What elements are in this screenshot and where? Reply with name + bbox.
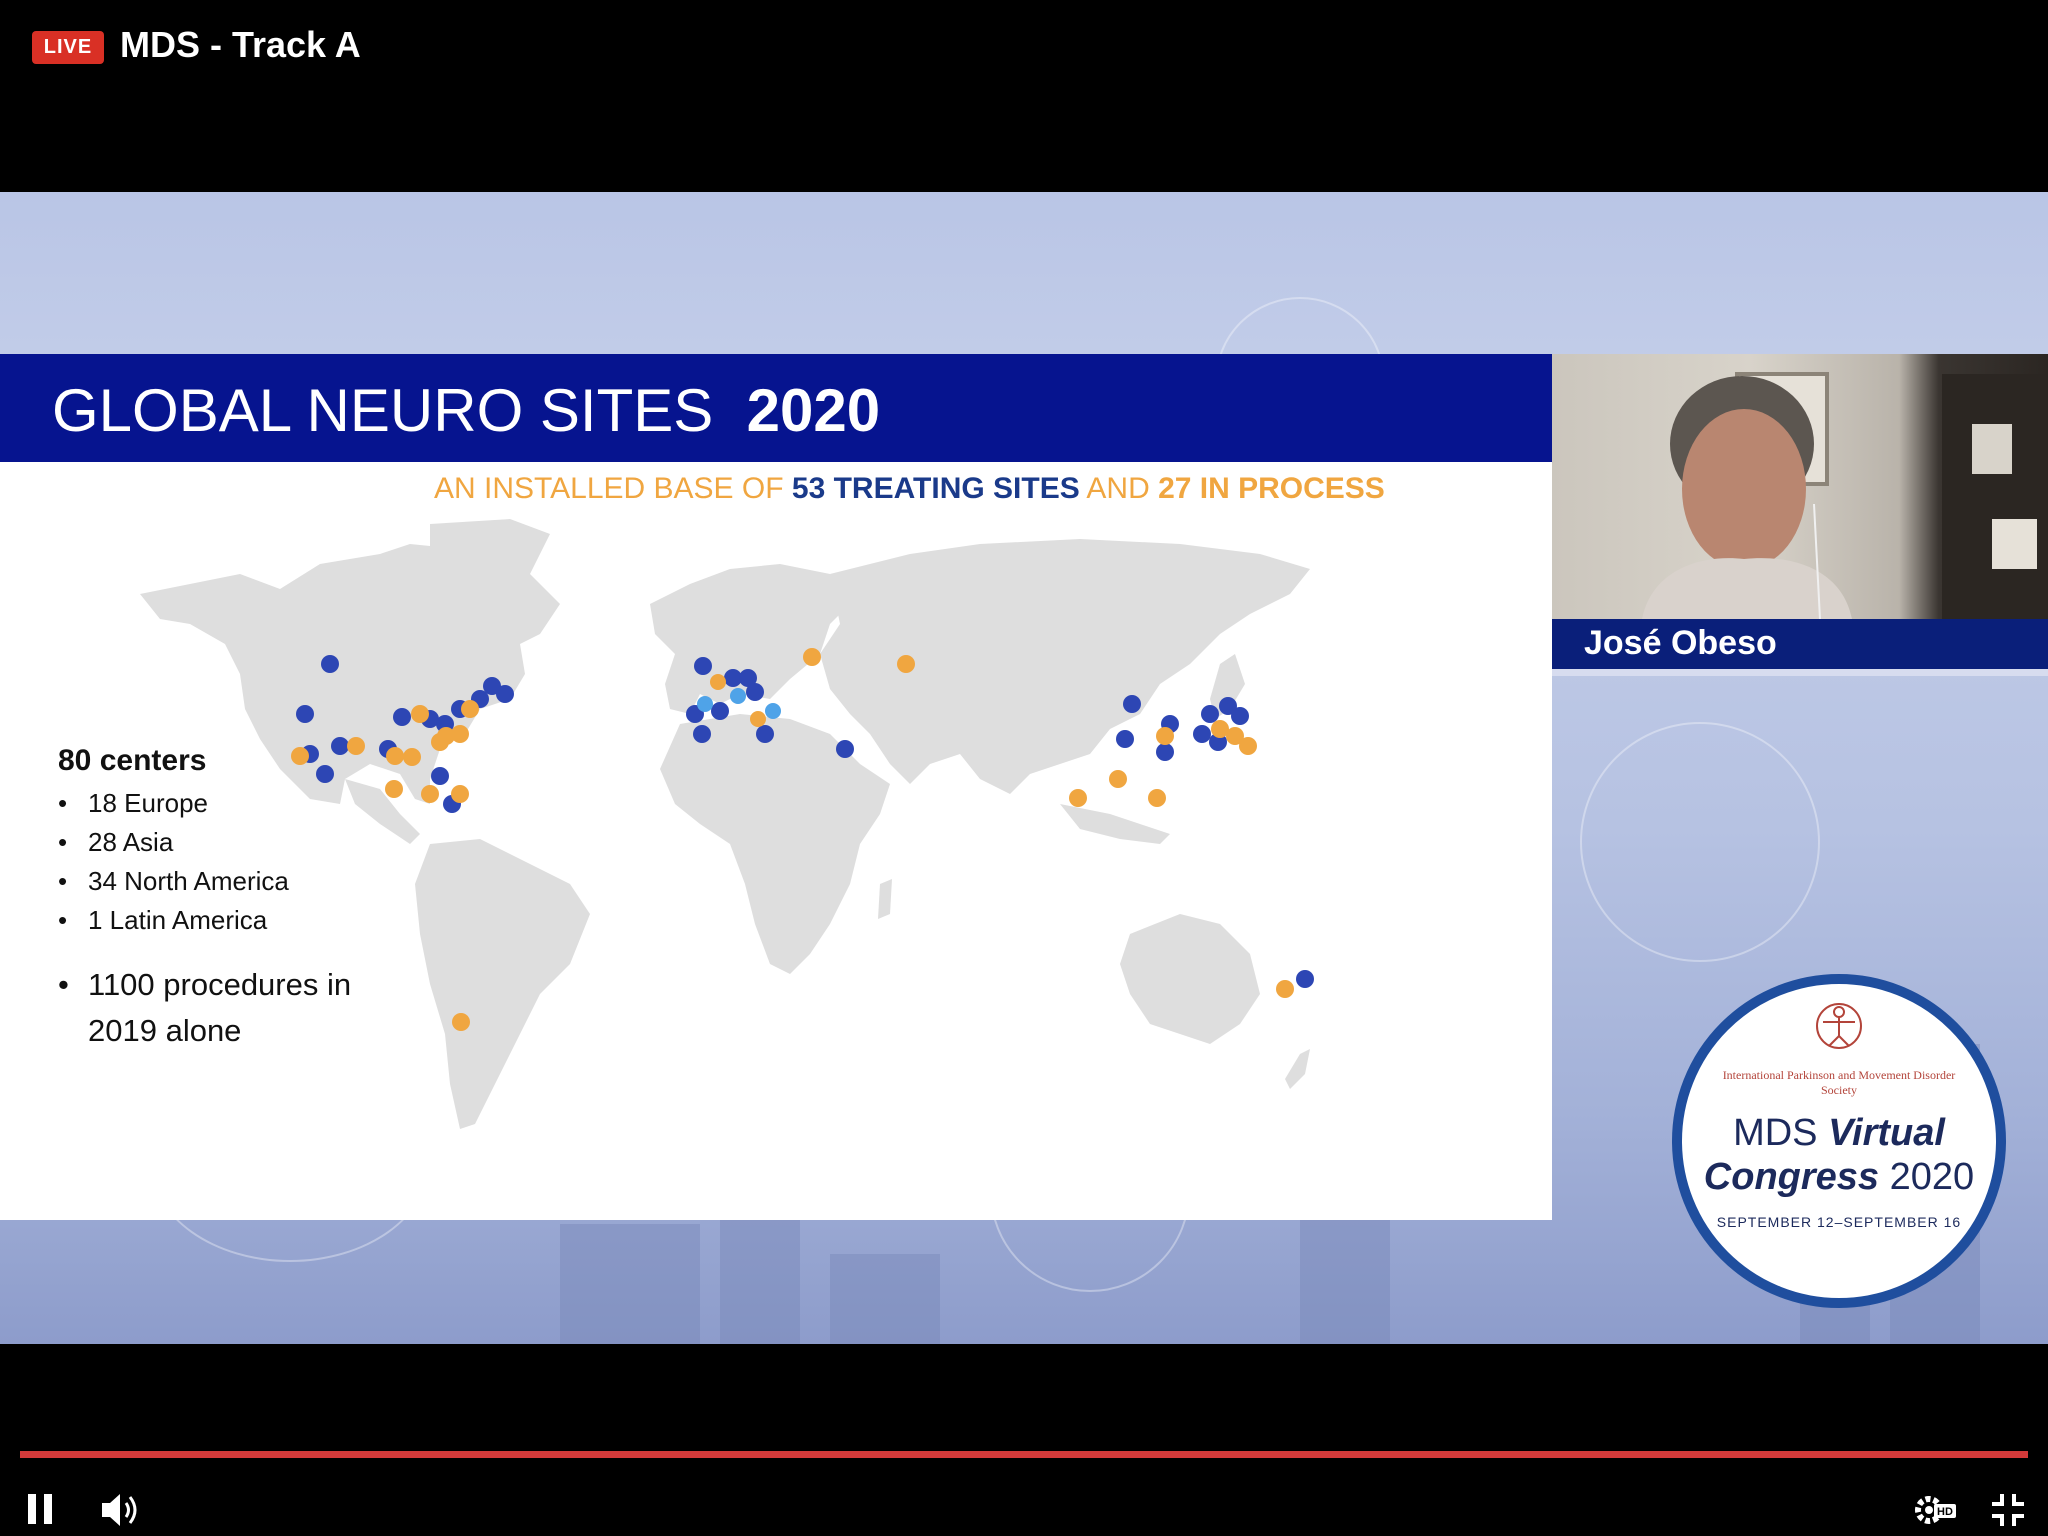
background-building [560,1224,700,1344]
treating-site-marker [711,702,729,720]
treating-sites-count: 53 TREATING SITES [791,472,1080,505]
in-process-site-marker [803,648,821,666]
australia [1120,914,1260,1044]
treating-site-marker [746,683,764,701]
site-marker [765,703,781,719]
centers-list-item: 28 Asia [58,823,418,862]
treating-site-marker [1156,743,1174,761]
treating-site-marker [1201,705,1219,723]
presentation-slide: GLOBAL NEURO SITES 2020 AN INSTALLED BAS… [0,354,1552,1220]
slide-header: GLOBAL NEURO SITES 2020 [0,354,1552,462]
site-marker [697,696,713,712]
southeast-asia-islands [1060,804,1170,844]
in-process-site-marker [1156,727,1174,745]
logo-title-line2: Congress 2020 [1682,1156,1996,1199]
slide-title-text: GLOBAL NEURO SITES [52,377,714,444]
treating-site-marker [431,767,449,785]
treating-site-marker [694,657,712,675]
treating-site-marker [296,705,314,723]
society-name: International Parkinson and Movement Dis… [1722,1068,1956,1097]
congress-dates: SEPTEMBER 12–SEPTEMBER 16 [1716,1214,1962,1230]
site-marker [730,688,746,704]
in-process-site-marker [461,700,479,718]
video-frame[interactable]: GLOBAL NEURO SITES 2020 AN INSTALLED BAS… [0,192,2048,1344]
speaker-image [1642,372,2048,619]
centers-list-item: 18 Europe [58,784,418,823]
in-process-site-marker [421,785,439,803]
logo-virtual: Virtual [1828,1112,1945,1154]
shelf-photo [1992,519,2037,569]
in-process-site-marker [1109,770,1127,788]
background-building [830,1254,940,1344]
treating-site-marker [756,725,774,743]
in-process-site-marker [1069,789,1087,807]
exit-fullscreen-icon[interactable] [1990,1492,2026,1528]
shelf-photo [1972,424,2012,474]
slide-title: GLOBAL NEURO SITES 2020 [52,376,880,445]
madagascar [878,879,892,919]
in-process-site-marker [1239,737,1257,755]
treating-site-marker [1193,725,1211,743]
treating-site-marker [836,740,854,758]
speaker-face [1682,409,1806,569]
in-process-site-marker [1276,980,1294,998]
in-process-site-marker [710,674,726,690]
subtitle-part: AND [1079,472,1159,505]
in-process-site-marker [451,785,469,803]
logo-year: 2020 [1889,1156,1975,1198]
in-process-site-marker [897,655,915,673]
speaker-video [1552,354,2048,619]
treating-site-marker [1296,970,1314,988]
pause-icon[interactable] [26,1492,56,1526]
bookshelf [1942,374,2048,619]
logo-title-line1: MDS Virtual [1682,1112,1996,1155]
treating-site-marker [693,725,711,743]
slide-title-year: 2020 [746,377,881,444]
centers-list-item: 1 Latin America [58,901,418,940]
stream-title: MDS - Track A [120,24,361,65]
society-emblem-icon [1816,1003,1862,1049]
centers-list: 18 Europe 28 Asia 34 North America 1 Lat… [58,784,418,940]
in-process-site-marker [451,725,469,743]
centers-heading: 80 centers [58,744,207,777]
procedures-note: 1100 procedures in 2019 alone [58,962,418,1054]
in-process-site-marker [411,705,429,723]
new-zealand [1285,1049,1310,1089]
background-decoration [1580,722,1820,962]
speaker-name-plate: José Obeso [1552,619,2048,669]
subtitle-part: AN INSTALLED BASE OF [434,472,792,505]
background-building [1300,1204,1390,1344]
top-bar: LIVE MDS - Track A [0,0,2048,192]
treating-site-marker [496,685,514,703]
slide-subtitle: AN INSTALLED BASE OF 53 TREATING SITES A… [434,472,1385,506]
treating-site-marker [321,655,339,673]
player-controls: HD [0,1344,2048,1536]
volume-icon[interactable] [100,1490,144,1530]
centers-list-item: 34 North America [58,862,418,901]
speaker-name: José Obeso [1584,624,1777,662]
africa [660,714,890,974]
logo-congress: Congress [1703,1156,1880,1198]
south-america [415,839,590,1129]
treating-site-marker [393,708,411,726]
in-process-site-marker [1148,789,1166,807]
logo-mds: MDS [1733,1112,1818,1154]
treating-site-marker [1231,707,1249,725]
hd-badge: HD [1937,1506,1953,1518]
treating-site-marker [1123,695,1141,713]
speaker-name-underline [1552,669,2048,676]
progress-bar[interactable] [20,1451,2028,1458]
congress-logo-badge: International Parkinson and Movement Dis… [1672,974,2006,1308]
treating-site-marker [1116,730,1134,748]
in-process-count: 27 IN PROCESS [1158,472,1385,505]
centers-summary: 80 centers 18 Europe 28 Asia 34 North Am… [58,744,418,1054]
speaker-video-tile[interactable]: José Obeso [1552,354,2048,676]
settings-icon[interactable]: HD [1910,1490,1956,1530]
live-badge: LIVE [32,31,104,64]
in-process-site-marker [452,1013,470,1031]
in-process-site-marker [750,711,766,727]
